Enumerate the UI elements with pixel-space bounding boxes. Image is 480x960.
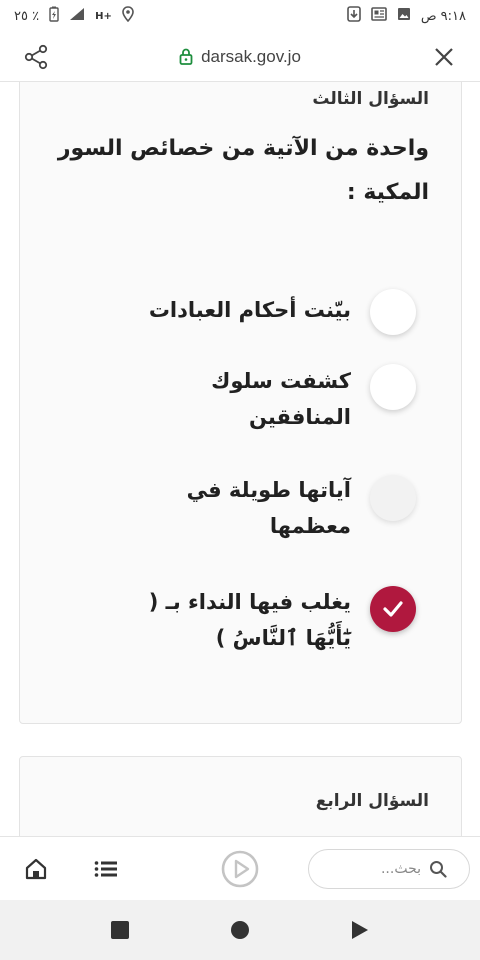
- signal-icon: [69, 7, 85, 25]
- radio-button[interactable]: [370, 475, 416, 521]
- battery-text: ٢٥ ٪: [14, 8, 40, 24]
- question-label: السؤال الرابع: [315, 791, 429, 811]
- system-home-button[interactable]: [220, 910, 260, 950]
- battery-icon: [49, 6, 59, 26]
- download-icon: [347, 6, 361, 26]
- system-nav-bar: [0, 900, 480, 960]
- lock-icon: [179, 48, 193, 65]
- play-button[interactable]: [220, 849, 260, 889]
- url-bar[interactable]: darsak.gov.jo: [179, 47, 301, 67]
- status-right: ٩:١٨ ص: [347, 6, 466, 26]
- clock-text: ٩:١٨ ص: [420, 8, 466, 24]
- share-icon: [24, 44, 48, 69]
- checkmark-icon: [383, 601, 403, 617]
- home-icon: [25, 858, 47, 880]
- recents-button[interactable]: [100, 910, 140, 950]
- status-bar: ٢٥ ٪ H+ ٩:١٨ ص: [0, 0, 480, 32]
- radio-button[interactable]: [370, 364, 416, 410]
- square-recents-icon: [111, 921, 129, 939]
- option-text: بيّنت أحكام العبادات: [148, 298, 351, 322]
- question-text: واحدة من الآتية من خصائص السور المكية :: [57, 136, 429, 205]
- home-button[interactable]: [16, 849, 56, 889]
- option-text: يغلب فيها النداء بـ ( يَٰٓأَيُّهَا ٱلنَّ…: [148, 590, 351, 650]
- search-field[interactable]: [308, 849, 470, 889]
- question-card-4: السؤال الرابع: [19, 756, 462, 836]
- menu-button[interactable]: [86, 849, 126, 889]
- bottom-toolbar: [0, 836, 480, 900]
- network-type-label: H+: [95, 10, 112, 22]
- news-icon: [371, 7, 387, 25]
- url-text: darsak.gov.jo: [201, 46, 301, 66]
- radio-button-checked[interactable]: [370, 586, 416, 632]
- share-button[interactable]: [16, 37, 56, 77]
- gallery-icon: [397, 7, 411, 25]
- circle-home-icon: [231, 921, 249, 939]
- status-left: ٢٥ ٪ H+: [14, 6, 134, 26]
- location-icon: [122, 6, 134, 26]
- close-button[interactable]: [424, 37, 464, 77]
- option-text: كشفت سلوك المنافقين: [211, 369, 351, 429]
- triangle-back-icon: [352, 921, 368, 939]
- search-icon: [430, 861, 447, 878]
- option-text: آياتها طويلة في معظمها: [186, 478, 351, 538]
- search-input[interactable]: [321, 861, 421, 877]
- question-label: السؤال الثالث: [312, 89, 429, 109]
- radio-button[interactable]: [370, 289, 416, 335]
- play-circle-icon: [221, 850, 259, 888]
- browser-toolbar: darsak.gov.jo: [0, 32, 480, 82]
- close-icon: [435, 47, 453, 66]
- list-menu-icon: [94, 861, 117, 877]
- page-content[interactable]: السؤال الثالث واحدة من الآتية من خصائص ا…: [0, 82, 480, 836]
- back-button[interactable]: [340, 910, 380, 950]
- question-card-3: السؤال الثالث واحدة من الآتية من خصائص ا…: [19, 82, 462, 724]
